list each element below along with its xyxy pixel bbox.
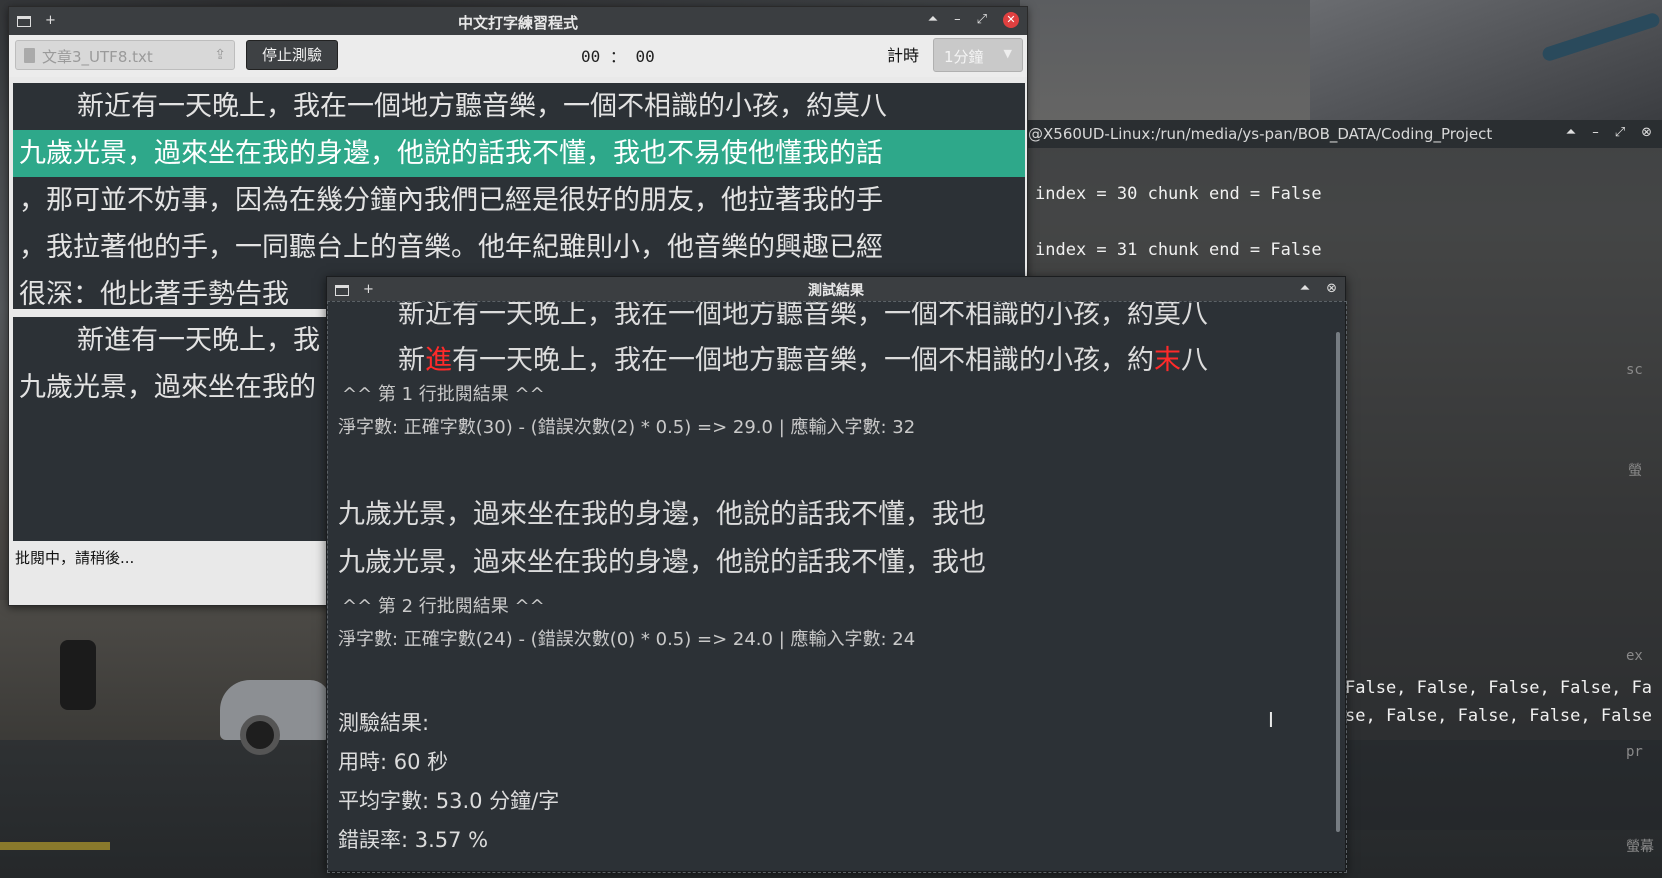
summary-title: 測驗結果: [338, 711, 430, 735]
terminal-line: se, False, False, False, False [1345, 706, 1653, 726]
status-bar: 批閱中，請稍後... [15, 549, 135, 567]
minimize-icon[interactable]: – [1592, 125, 1599, 141]
duration-selected: 1分鐘 [944, 48, 984, 66]
text-cursor-icon: I [1268, 708, 1274, 732]
maximize-icon[interactable]: ⤢ [1615, 125, 1625, 141]
terminal-side-fragment: ex [1626, 648, 1643, 664]
line1-reference: 新近有一天晚上，我在一個地方聽音樂，一個不相識的小孩，約莫八 [398, 301, 1208, 330]
chevron-down-icon: ▼ [1003, 47, 1012, 60]
reference-line: ，我拉著他的手，一同聽台上的音樂。他年紀雖則小，他音樂的興趣已經 [19, 232, 883, 263]
close-icon[interactable]: ✕ [1003, 12, 1019, 28]
error-char: 末 [1154, 345, 1181, 376]
upload-icon: ⇪ [214, 47, 226, 63]
minimize-icon[interactable]: – [954, 12, 961, 28]
duration-dropdown[interactable]: 1分鐘 ▼ [933, 38, 1023, 72]
timer-label: 計時 [887, 46, 920, 65]
terminal-side-fragment: pr [1626, 744, 1643, 760]
terminal-title: @X560UD-Linux:/run/media/ys-pan/BOB_DATA… [1028, 125, 1493, 143]
line2-header: ^^ 第 2 行批閱結果 ^^ [342, 596, 545, 617]
shade-icon[interactable]: ⏶ [1566, 125, 1576, 141]
window-title: 中文打字練習程式 [457, 14, 578, 32]
terminal-line: index = 31 chunk end = False [1035, 240, 1322, 260]
desktop-wallpaper-roof [1310, 0, 1662, 120]
line1-score: 淨字數: 正確字數(30) - (錯誤次數(2) * 0.5) => 29.0 … [338, 417, 916, 438]
error-rate: 錯誤率: 3.57 % [338, 828, 489, 852]
line2-score: 淨字數: 正確字數(24) - (錯誤次數(0) * 0.5) => 24.0 … [338, 629, 916, 650]
reference-line: 新近有一天晚上，我在一個地方聽音樂，一個不相識的小孩，約莫八 [77, 91, 887, 122]
result-content[interactable]: 新近有一天晚上，我在一個地方聽音樂，一個不相識的小孩，約莫八 新進有一天晚上，我… [327, 301, 1347, 873]
average-speed: 平均字數: 53.0 分鐘/字 [338, 789, 560, 813]
terminal-line: False, False, False, False, Fa [1345, 678, 1653, 698]
file-chooser-button[interactable]: 文章3_UTF8.txt ⇪ [15, 40, 235, 70]
toolbar: 文章3_UTF8.txt ⇪ 停止測驗 00 ： 00 計時 1分鐘 ▼ [9, 35, 1027, 77]
error-char: 進 [425, 345, 452, 376]
maximize-icon[interactable]: ⤢ [977, 12, 987, 28]
line1-typed: 新進有一天晚上，我在一個地方聽音樂，一個不相識的小孩，約末八 [398, 338, 1208, 377]
result-window[interactable]: + 測試結果 ⏶ ⊗ 新近有一天晚上，我在一個地方聽音樂，一個不相識的小孩，約莫… [326, 276, 1347, 873]
typed-char: 八 [1181, 345, 1208, 376]
typed-text: 有一天晚上，我在一個地方聽音樂，一個不相識的小孩，約 [452, 345, 1154, 376]
result-titlebar[interactable]: + 測試結果 ⏶ ⊗ [327, 277, 1345, 301]
main-titlebar[interactable]: + 中文打字練習程式 ⏶ – ⤢ ✕ [9, 7, 1027, 35]
close-icon[interactable]: ⊗ [1326, 281, 1337, 297]
line2-typed: 九歲光景，過來坐在我的身邊，他說的話我不懂，我也 [338, 547, 986, 578]
terminal-side-fragment: 螢幕 [1626, 839, 1654, 855]
countdown-timer: 00 ： 00 [581, 47, 655, 66]
shade-icon[interactable]: ⏶ [928, 12, 938, 28]
line1-header: ^^ 第 1 行批閱結果 ^^ [342, 384, 545, 405]
terminal-titlebar[interactable]: @X560UD-Linux:/run/media/ys-pan/BOB_DATA… [1024, 120, 1662, 148]
desktop-wallpaper-car-wheel [240, 715, 280, 755]
file-name: 文章3_UTF8.txt [42, 48, 153, 66]
stop-test-button[interactable]: 停止測驗 [246, 40, 338, 70]
reference-line-current: 九歲光景，過來坐在我的身邊，他說的話我不懂，我也不易使他懂我的話 [13, 130, 1025, 177]
window-title: 測試結果 [808, 283, 864, 299]
desktop-wallpaper-scooter [60, 640, 96, 710]
close-icon[interactable]: ⊗ [1641, 125, 1652, 141]
vertical-scrollbar[interactable] [1336, 332, 1340, 832]
document-icon [24, 48, 35, 63]
terminal-side-fragment: sc [1626, 362, 1643, 378]
time-used: 用時: 60 秒 [338, 750, 449, 774]
terminal-line: index = 30 chunk end = False [1035, 184, 1322, 204]
typed-char: 新 [398, 345, 425, 376]
reference-line: ，那可並不妨事，因為在幾分鐘內我們已經是很好的朋友，他拉著我的手 [19, 185, 883, 216]
desktop-wallpaper-road-marking [0, 842, 110, 850]
shade-icon[interactable]: ⏶ [1300, 281, 1310, 297]
line2-reference: 九歲光景，過來坐在我的身邊，他說的話我不懂，我也 [338, 499, 986, 530]
terminal-side-fragment: 螢 [1628, 463, 1642, 479]
